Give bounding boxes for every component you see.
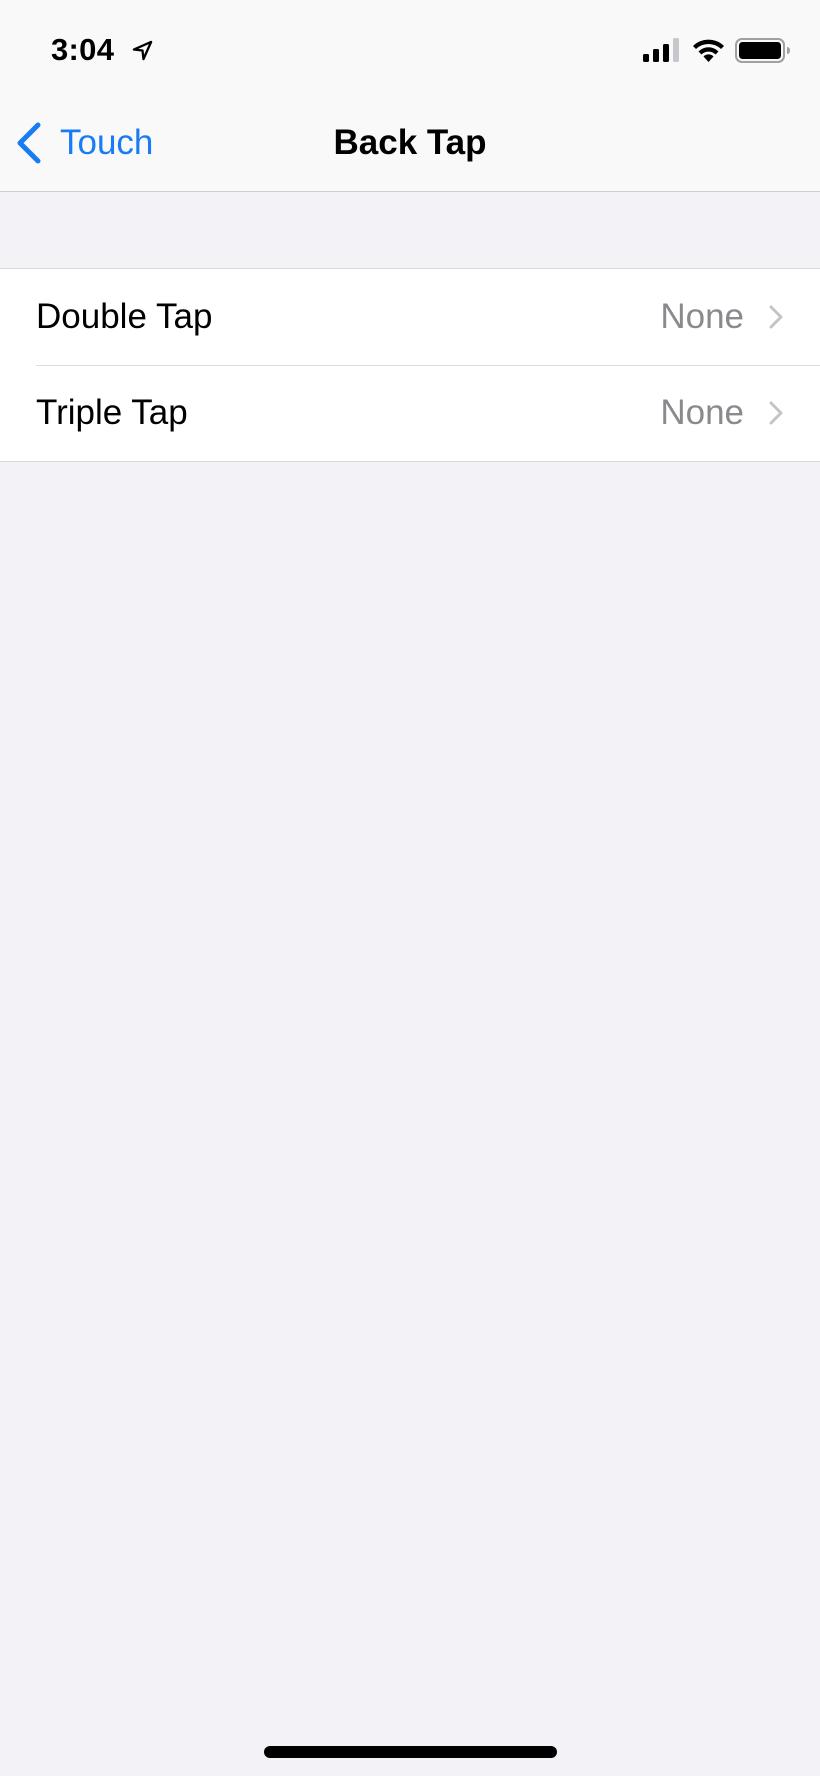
chevron-right-icon — [769, 305, 783, 329]
wifi-icon — [693, 39, 724, 62]
back-tap-settings-group: Double Tap None Triple Tap None — [0, 268, 820, 462]
chevron-right-icon — [769, 401, 783, 425]
row-value: None — [660, 393, 744, 432]
double-tap-row[interactable]: Double Tap None — [0, 269, 820, 365]
cellular-signal-icon — [643, 38, 679, 62]
home-indicator[interactable] — [264, 1746, 557, 1758]
location-arrow-icon — [132, 40, 153, 61]
status-time: 3:04 — [51, 32, 115, 67]
navigation-header: 3:04 Touch Back Tap — [0, 0, 820, 192]
battery-icon — [735, 38, 790, 63]
triple-tap-row[interactable]: Triple Tap None — [0, 365, 820, 461]
page-title: Back Tap — [333, 123, 487, 162]
row-label: Triple Tap — [36, 393, 188, 432]
row-label: Double Tap — [36, 297, 213, 336]
row-value: None — [660, 297, 744, 336]
